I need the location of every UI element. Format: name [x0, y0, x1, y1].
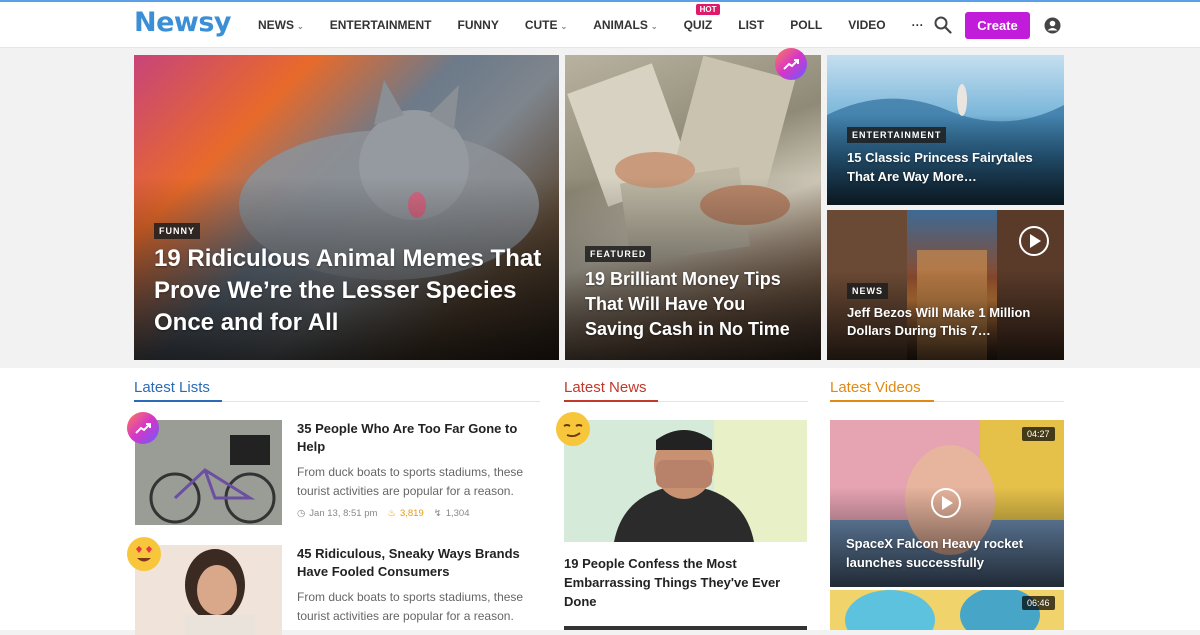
nav-item-news[interactable]: NEWS ⌄ [258, 18, 304, 32]
nav-item-cute[interactable]: CUTE ⌄ [525, 18, 567, 32]
category-badge[interactable]: NEWS [847, 283, 888, 299]
more-menu-button[interactable]: ··· [912, 18, 924, 32]
list-item-description: From duck boats to sports stadiums, thes… [297, 465, 524, 498]
flame-icon: ♨ [387, 508, 396, 519]
user-account-icon[interactable] [1044, 17, 1061, 34]
featured-tile-bezos[interactable]: NEWS Jeff Bezos Will Make 1 Million Doll… [827, 210, 1064, 360]
main-nav: NEWS ⌄ ENTERTAINMENT FUNNY CUTE ⌄ ANIMALS ⌄… [258, 2, 950, 48]
list-item-description: From duck boats to sports stadiums, thes… [297, 590, 524, 623]
featured-tile-money[interactable]: FEATURED 19 Brilliant Money Tips That Wi… [565, 55, 821, 360]
play-icon[interactable] [1019, 226, 1049, 256]
nav-item-video[interactable]: VIDEO [848, 18, 885, 32]
nav-item-animals[interactable]: ANIMALS ⌄ [593, 18, 657, 32]
play-icon[interactable] [931, 488, 961, 518]
list-item-title[interactable]: 35 People Who Are Too Far Gone to Help [297, 420, 532, 456]
chevron-down-icon: ⌄ [560, 22, 568, 31]
featured-title[interactable]: 15 Classic Princess Fairytales That Are … [847, 148, 1047, 186]
nav-item-quiz[interactable]: HOT QUIZ [684, 4, 721, 32]
nav-item-funny[interactable]: FUNNY [457, 18, 498, 32]
clock-icon: ◷ [297, 508, 306, 519]
embarrassed-man-image [564, 420, 807, 542]
category-badge[interactable]: FEATURED [585, 246, 652, 262]
post-date: Jan 13, 8:51 pm [309, 508, 378, 519]
create-button[interactable]: Create [965, 12, 1030, 39]
video-item-card[interactable]: 06:46 [830, 590, 1064, 630]
hot-count: 3,819 [399, 508, 424, 519]
featured-tile-main[interactable]: FUNNY 19 Ridiculous Animal Memes That Pr… [134, 55, 559, 360]
featured-title[interactable]: Jeff Bezos Will Make 1 Million Dollars D… [847, 304, 1052, 340]
video-duration: 06:46 [1022, 596, 1055, 610]
trending-icon [775, 48, 807, 80]
nav-item-list[interactable]: LIST [738, 18, 764, 32]
category-badge[interactable]: FUNNY [154, 223, 200, 239]
section-title-news[interactable]: Latest News [564, 379, 647, 396]
list-item-meta: ◷ Jan 13, 8:51 pm ♨ 3,819 ↯ 1,304 [297, 508, 470, 519]
site-logo[interactable]: Newsy [134, 7, 232, 38]
search-icon[interactable] [934, 16, 952, 34]
video-duration: 04:27 [1022, 427, 1055, 441]
chevron-down-icon: ⌄ [297, 22, 304, 31]
featured-title[interactable]: 19 Ridiculous Animal Memes That Prove We… [154, 243, 544, 339]
news-item-title[interactable]: 19 People Confess the Most Embarrassing … [564, 554, 804, 611]
section-underline [564, 400, 658, 402]
video-item-title[interactable]: SpaceX Falcon Heavy rocket launches succ… [846, 534, 1051, 572]
bicycle-image [135, 420, 282, 525]
chevron-down-icon: ⌄ [650, 22, 658, 31]
video-item-card[interactable]: 04:27 SpaceX Falcon Heavy rocket launche… [830, 420, 1064, 587]
section-underline [830, 400, 934, 402]
smirk-emoji-icon [556, 412, 590, 446]
site-header: Newsy NEWS ⌄ ENTERTAINMENT FUNNY CUTE ⌄ AN… [0, 2, 1200, 48]
section-title-lists[interactable]: Latest Lists [134, 379, 210, 396]
news-item-thumbnail[interactable] [564, 420, 807, 542]
list-item-title[interactable]: 45 Ridiculous, Sneaky Ways Brands Have F… [297, 545, 532, 581]
hot-badge: HOT [695, 4, 721, 15]
category-badge[interactable]: ENTERTAINMENT [847, 127, 947, 143]
news-item-thumbnail[interactable] [564, 626, 807, 630]
featured-tile-fairytales[interactable]: ENTERTAINMENT 15 Classic Princess Fairyt… [827, 55, 1064, 205]
share-icon: ↯ [433, 508, 442, 519]
heart-eyes-emoji-icon [127, 537, 161, 571]
trending-icon [127, 412, 159, 444]
section-underline [134, 400, 222, 402]
list-item-thumbnail[interactable] [135, 420, 282, 525]
section-title-videos[interactable]: Latest Videos [830, 379, 921, 396]
nav-item-entertainment[interactable]: ENTERTAINMENT [330, 18, 432, 32]
featured-title[interactable]: 19 Brilliant Money Tips That Will Have Y… [585, 267, 805, 342]
share-count: 1,304 [445, 508, 470, 519]
nav-item-poll[interactable]: POLL [790, 18, 822, 32]
